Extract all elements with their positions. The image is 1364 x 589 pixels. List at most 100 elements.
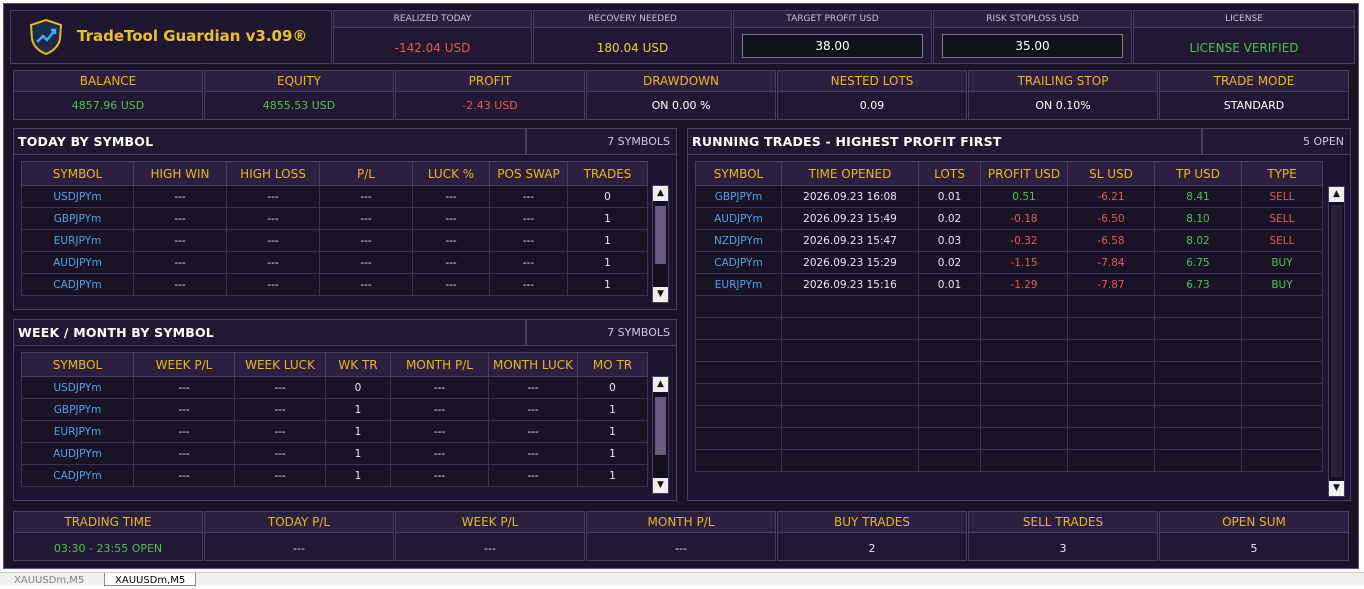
table-cell: SELL <box>1241 229 1323 252</box>
col-header: TIME OPENED <box>781 161 919 186</box>
table-row: USDJPYm --- --- --- --- --- 0 <box>21 185 648 208</box>
symbol-cell: NZDJPYm <box>695 229 782 252</box>
table-cell: 2026.09.23 15:16 <box>781 273 919 296</box>
table-cell: --- <box>226 251 320 274</box>
table-cell: --- <box>226 229 320 252</box>
table-row: EURJPYm --- --- 1 --- --- 1 <box>21 420 648 443</box>
empty-cell <box>980 405 1068 428</box>
risk-stoploss-label: RISK STOPLOSS USD <box>934 11 1131 28</box>
table-cell: -7.84 <box>1067 251 1155 274</box>
table-cell: --- <box>412 273 490 296</box>
symbol-cell: AUDJPYm <box>21 442 134 465</box>
symbol-cell: AUDJPYm <box>21 251 134 274</box>
target-profit-input[interactable]: 38.00 <box>742 34 923 58</box>
empty-cell <box>1241 339 1323 362</box>
table-cell: 1 <box>577 442 648 465</box>
empty-row <box>695 449 1323 472</box>
empty-row <box>695 317 1323 340</box>
symbol-cell: EURJPYm <box>21 229 134 252</box>
trade-mode-value: STANDARD <box>1223 99 1285 112</box>
scroll-down-icon[interactable]: ▼ <box>1329 481 1344 496</box>
empty-cell <box>1154 295 1242 318</box>
trade-mode-label: TRADE MODE <box>1160 71 1348 92</box>
table-cell: 2026.09.23 15:49 <box>781 207 919 230</box>
trading-time-value: 03:30 - 23:55 OPEN <box>53 542 163 555</box>
scroll-thumb[interactable] <box>655 397 666 455</box>
running-open-count: 5 OPEN <box>1202 129 1350 155</box>
table-cell: --- <box>412 251 490 274</box>
table-cell: --- <box>226 185 320 208</box>
table-cell: --- <box>412 229 490 252</box>
table-cell: 1 <box>567 229 648 252</box>
running-scrollbar[interactable]: ▲ ▼ <box>1328 186 1345 497</box>
week-table: SYMBOL WEEK P/L WEEK LUCK WK TR MONTH P/… <box>21 352 648 487</box>
col-header: HIGH LOSS <box>226 161 320 186</box>
col-header: SYMBOL <box>21 352 134 377</box>
chart-tab[interactable]: XAUUSDm,M5 <box>4 573 94 586</box>
chart-tab-bar: XAUUSDm,M5 XAUUSDm,M5 <box>0 572 1364 586</box>
col-header: LOTS <box>918 161 981 186</box>
col-header: POS SWAP <box>489 161 568 186</box>
week-scrollbar[interactable]: ▲ ▼ <box>652 376 669 494</box>
empty-cell <box>918 317 981 340</box>
table-cell: --- <box>488 442 578 465</box>
table-cell: 1 <box>325 442 391 465</box>
empty-cell <box>781 317 919 340</box>
col-header: PROFIT USD <box>980 161 1068 186</box>
table-cell: BUY <box>1241 273 1323 296</box>
table-cell: --- <box>319 273 413 296</box>
table-cell: 8.02 <box>1154 229 1242 252</box>
empty-cell <box>1067 361 1155 384</box>
open-sum-label: OPEN SUM <box>1160 512 1348 533</box>
nested-lots-value: 0.09 <box>859 99 885 112</box>
shield-logo-icon <box>29 18 63 56</box>
symbol-cell: EURJPYm <box>21 420 134 443</box>
week-pl-card: WEEK P/L --- <box>395 511 585 561</box>
target-profit-card: TARGET PROFIT USD 38.00 <box>733 10 932 64</box>
scroll-down-icon[interactable]: ▼ <box>653 287 668 302</box>
trailing-stop-card: TRAILING STOP ON 0.10% <box>968 70 1158 120</box>
today-table-header: SYMBOL HIGH WIN HIGH LOSS P/L LUCK % POS… <box>21 161 648 186</box>
empty-row <box>695 383 1323 406</box>
table-cell: 1 <box>577 398 648 421</box>
col-header: P/L <box>319 161 413 186</box>
table-row: CADJPYm --- --- 1 --- --- 1 <box>21 464 648 487</box>
week-symbol-count: 7 SYMBOLS <box>526 320 676 346</box>
today-panel-title: TODAY BY SYMBOL <box>14 129 526 155</box>
table-cell: --- <box>488 420 578 443</box>
chart-tab-active[interactable]: XAUUSDm,M5 <box>104 573 197 586</box>
scroll-up-icon[interactable]: ▲ <box>653 186 668 201</box>
table-cell: --- <box>133 376 235 399</box>
empty-cell <box>980 295 1068 318</box>
today-pl-label: TODAY P/L <box>205 512 393 533</box>
col-header: TYPE <box>1241 161 1323 186</box>
empty-cell <box>781 295 919 318</box>
symbol-cell: GBPJPYm <box>695 185 782 208</box>
today-scrollbar[interactable]: ▲ ▼ <box>652 185 669 303</box>
table-cell: --- <box>488 464 578 487</box>
table-cell: --- <box>412 185 490 208</box>
profit-value: -2.43 USD <box>462 99 518 112</box>
trade-mode-card: TRADE MODE STANDARD <box>1159 70 1349 120</box>
empty-row <box>695 405 1323 428</box>
symbol-cell: GBPJPYm <box>21 207 134 230</box>
table-cell: 0 <box>577 376 648 399</box>
table-cell: --- <box>489 273 568 296</box>
scroll-track[interactable] <box>1331 205 1342 477</box>
empty-cell <box>1154 339 1242 362</box>
running-table-header: SYMBOL TIME OPENED LOTS PROFIT USD SL US… <box>695 161 1323 186</box>
table-cell: 0.51 <box>980 185 1068 208</box>
table-cell: --- <box>234 376 326 399</box>
table-row: CADJPYm 2026.09.23 15:29 0.02 -1.15 -7.84 6.7… <box>695 251 1323 274</box>
scroll-up-icon[interactable]: ▲ <box>1329 187 1344 202</box>
scroll-down-icon[interactable]: ▼ <box>653 478 668 493</box>
table-cell: -6.21 <box>1067 185 1155 208</box>
table-cell: -1.29 <box>980 273 1068 296</box>
week-table-body: USDJPYm --- --- 0 --- --- 0 GBPJPYm --- --- 1 --- --… <box>21 376 648 487</box>
scroll-up-icon[interactable]: ▲ <box>653 377 668 392</box>
table-row: USDJPYm --- --- 0 --- --- 0 <box>21 376 648 399</box>
empty-cell <box>1154 405 1242 428</box>
empty-cell <box>1241 361 1323 384</box>
risk-stoploss-input[interactable]: 35.00 <box>942 34 1123 58</box>
scroll-thumb[interactable] <box>655 206 666 264</box>
